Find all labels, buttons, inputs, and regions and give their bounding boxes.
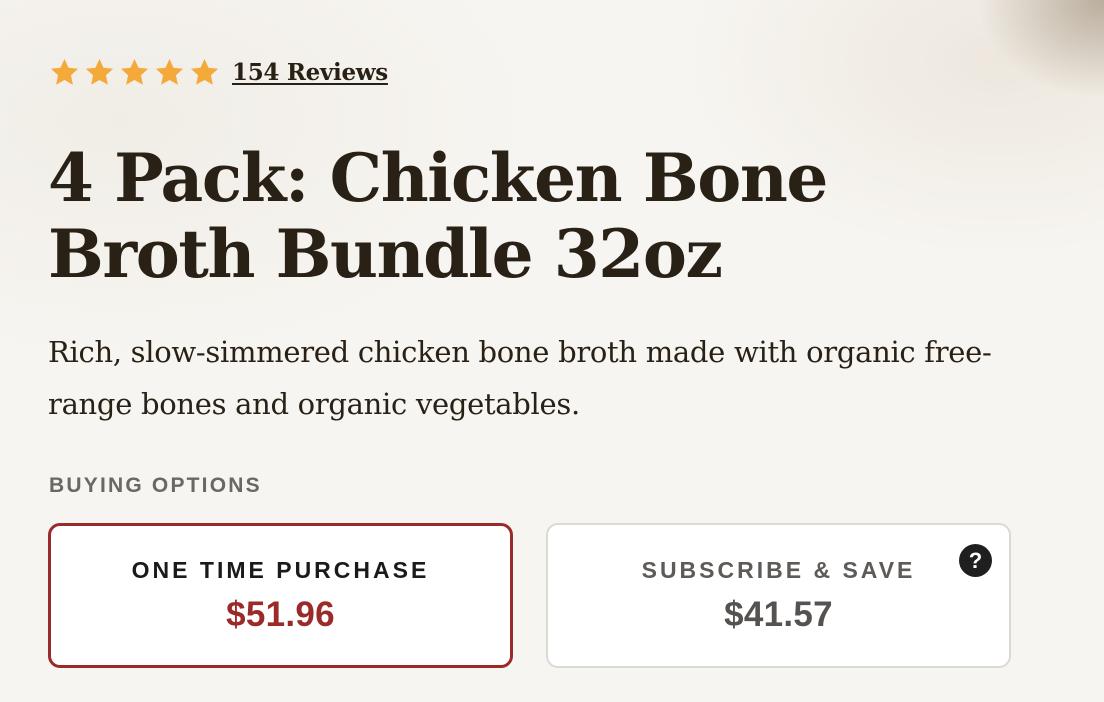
- product-description: Rich, slow-simmered chicken bone broth m…: [48, 335, 992, 421]
- product-title: 4 Pack: Chicken Bone Broth Bundle 32oz: [48, 139, 828, 293]
- star-icon: [49, 57, 80, 88]
- star-icon: [189, 57, 220, 88]
- question-mark-icon[interactable]: ?: [959, 544, 992, 577]
- option-name: ONE TIME PURCHASE: [131, 557, 430, 583]
- buying-options-label: BUYING OPTIONS: [49, 474, 262, 497]
- star-icon: [154, 57, 185, 88]
- reviews-link[interactable]: 154 Reviews: [232, 59, 388, 86]
- star-icon: [119, 57, 150, 88]
- star-icon: [84, 57, 115, 88]
- option-price: $51.96: [226, 595, 335, 634]
- star-rating: [49, 57, 220, 88]
- subscribe-and-save-option[interactable]: SUBSCRIBE & SAVE $41.57 ?: [546, 523, 1011, 668]
- one-time-purchase-option[interactable]: ONE TIME PURCHASE $51.96: [48, 523, 513, 668]
- option-name: SUBSCRIBE & SAVE: [641, 557, 916, 583]
- rating-row: 154 Reviews: [49, 54, 388, 90]
- option-price: $41.57: [724, 595, 833, 634]
